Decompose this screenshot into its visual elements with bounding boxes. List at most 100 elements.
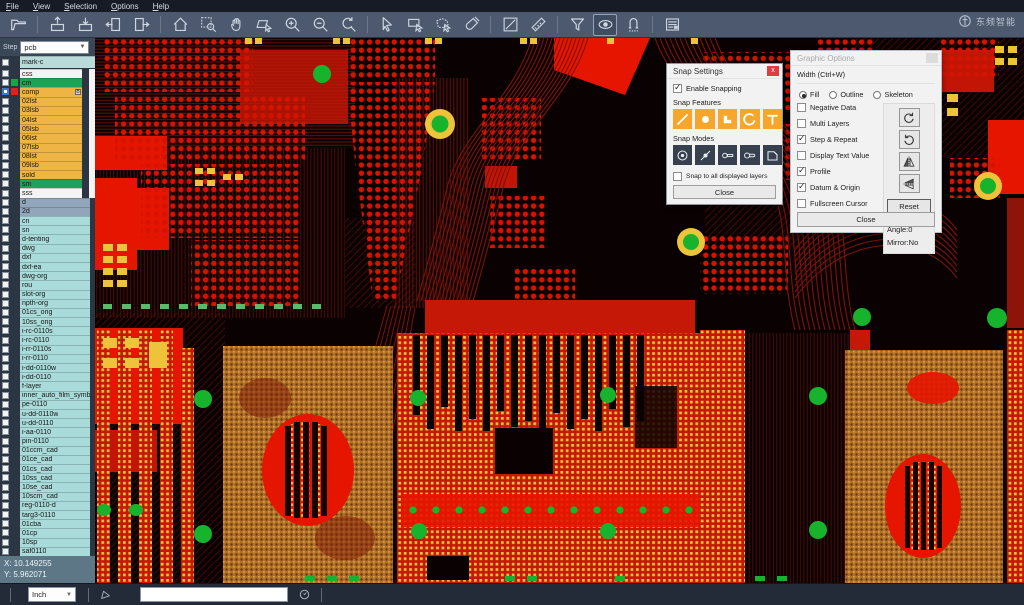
option-row-negative-data[interactable]: Negative Data — [797, 103, 883, 112]
layer-name-bar[interactable]: 06lst — [20, 133, 82, 142]
layer-visibility-checkbox[interactable] — [2, 419, 9, 426]
rect-select-icon[interactable] — [403, 14, 427, 36]
checkbox[interactable] — [673, 84, 682, 93]
close-button[interactable]: Close — [797, 212, 935, 227]
layer-row-03lsb[interactable]: 03lsb — [0, 106, 95, 115]
checkbox[interactable] — [797, 135, 806, 144]
layer-visibility-checkbox[interactable] — [2, 502, 9, 509]
dialog-titlebar[interactable]: Graphic Options — [791, 51, 941, 66]
layer-visibility-checkbox[interactable] — [2, 291, 9, 298]
refresh-icon[interactable] — [298, 588, 311, 601]
layer-row-2d[interactable]: 2d — [0, 207, 95, 216]
layer-visibility-checkbox[interactable] — [2, 199, 9, 206]
layer-name-bar[interactable]: i-rr-0110s — [20, 345, 90, 354]
step-select[interactable]: pcb ▼ — [20, 41, 89, 54]
layer-row-slot-org[interactable]: slot-org — [0, 290, 95, 299]
snap-all-layers-row[interactable]: Snap to all displayed layers — [673, 172, 782, 181]
layer-visibility-checkbox[interactable] — [2, 235, 9, 242]
layer-visibility-checkbox[interactable] — [2, 208, 9, 215]
layer-name-bar[interactable]: d-tenting — [20, 234, 90, 243]
layer-visibility-checkbox[interactable] — [2, 327, 9, 334]
layer-row-i-rc-0110[interactable]: i-rc-0110 — [0, 335, 95, 344]
layer-name-bar[interactable]: 10ss_cad — [20, 473, 90, 482]
layer-name-bar[interactable]: dxf — [20, 253, 90, 262]
layer-name-bar[interactable]: 02lst — [20, 97, 82, 106]
menu-item-file[interactable]: File — [6, 2, 19, 11]
layer-name-bar[interactable]: slot-org — [20, 290, 90, 299]
line-tool-icon[interactable] — [498, 14, 522, 36]
layer-visibility-checkbox[interactable] — [2, 180, 9, 187]
layer-name-bar[interactable]: 10sp — [20, 538, 90, 547]
layer-name-bar[interactable]: cn — [20, 216, 90, 225]
layer-visibility-checkbox[interactable] — [2, 511, 9, 518]
pan-hand-icon[interactable] — [224, 14, 248, 36]
layer-row-dwg[interactable]: dwg — [0, 244, 95, 253]
checkbox[interactable] — [797, 119, 806, 128]
layer-visibility-checkbox[interactable] — [2, 428, 9, 435]
layer-visibility-checkbox[interactable] — [2, 474, 9, 481]
layer-name-bar[interactable]: i-dd-0110 — [20, 372, 90, 381]
layer-name-bar[interactable]: npth-org — [20, 299, 90, 308]
menu-item-options[interactable]: Options — [111, 2, 139, 11]
layer-name-bar[interactable]: f-layer — [20, 381, 90, 390]
layer-name-bar[interactable]: css — [20, 69, 82, 78]
layer-visibility-checkbox[interactable] — [2, 190, 9, 197]
layer-row-comp[interactable]: compB — [0, 87, 95, 96]
layer-name-bar[interactable]: sold — [20, 170, 82, 179]
layer-row-inner_auto_film_symb[interactable]: inner_auto_film_symb — [0, 391, 95, 400]
select-cursor-icon[interactable] — [375, 14, 399, 36]
layer-name-bar[interactable]: 10scm_cad — [20, 492, 90, 501]
checkbox[interactable] — [797, 103, 806, 112]
layer-visibility-checkbox[interactable] — [2, 226, 9, 233]
layer-name-bar[interactable]: u-dd-0110 — [20, 418, 90, 427]
layer-row-01ce_cad[interactable]: 01ce_cad — [0, 455, 95, 464]
layer-row-09lsb[interactable]: 09lsb — [0, 161, 95, 170]
zoom-in-icon[interactable] — [280, 14, 304, 36]
layer-visibility-checkbox[interactable] — [2, 529, 9, 536]
layer-visibility-checkbox[interactable] — [2, 144, 9, 151]
layer-row-10sp[interactable]: 10sp — [0, 538, 95, 547]
layer-row-01ccm_cad[interactable]: 01ccm_cad — [0, 446, 95, 455]
layer-row-dxf[interactable]: dxf — [0, 253, 95, 262]
layer-row-dxf-ea[interactable]: dxf-ea — [0, 262, 95, 271]
layer-name-bar[interactable]: dwg — [20, 244, 90, 253]
snap-mode-pad-outline-icon[interactable] — [740, 145, 759, 165]
layer-row-pe-0110[interactable]: pe-0110 — [0, 400, 95, 409]
snap-feature-text-icon[interactable] — [763, 109, 782, 129]
zoom-reset-icon[interactable] — [336, 14, 360, 36]
highlight-eye-icon[interactable] — [593, 14, 617, 36]
layer-name-bar[interactable]: i-aa-0110 — [20, 427, 90, 436]
layer-name-bar[interactable]: saf0110 — [20, 547, 90, 556]
layer-row-01cp[interactable]: 01cp — [0, 528, 95, 537]
menu-item-help[interactable]: Help — [153, 2, 169, 11]
layer-visibility-checkbox[interactable] — [2, 254, 9, 261]
layer-row-02lst[interactable]: 02lst — [0, 97, 95, 106]
home-view-icon[interactable] — [168, 14, 192, 36]
layer-row-01cs_cad[interactable]: 01cs_cad — [0, 464, 95, 473]
layer-name-bar[interactable]: 08lst — [20, 152, 82, 161]
layer-row-npth-org[interactable]: npth-org — [0, 299, 95, 308]
close-icon[interactable] — [926, 53, 938, 63]
option-row-step-repeat[interactable]: Step & Repeat — [797, 135, 883, 144]
option-row-display-text-value[interactable]: Display Text Value — [797, 151, 883, 160]
filter-funnel-icon[interactable] — [565, 14, 589, 36]
checkbox[interactable] — [797, 167, 806, 176]
layer-name-bar[interactable]: 01cba — [20, 519, 90, 528]
checkbox[interactable] — [797, 199, 806, 208]
layer-name-bar[interactable]: mark-c — [20, 56, 95, 68]
layer-row-f-layer[interactable]: f-layer — [0, 381, 95, 390]
layer-name-bar[interactable]: 04lst — [20, 115, 82, 124]
layer-row-reg-0110-d[interactable]: reg-0110-d — [0, 501, 95, 510]
layer-name-bar[interactable]: i-rc-0110s — [20, 326, 90, 335]
layer-visibility-checkbox[interactable] — [2, 125, 9, 132]
layer-name-bar[interactable]: i-rr-0110 — [20, 354, 90, 363]
snap-mode-point-on-line-icon[interactable] — [695, 145, 714, 165]
layer-row-01cba[interactable]: 01cba — [0, 519, 95, 528]
snap-mode-polygon-icon[interactable] — [763, 145, 782, 165]
layer-row-04lst[interactable]: 04lst — [0, 115, 95, 124]
layer-visibility-checkbox[interactable] — [2, 98, 9, 105]
layer-row-css[interactable]: css — [0, 69, 95, 78]
units-select[interactable]: Inch ▼ — [28, 587, 76, 602]
zoom-selection-icon[interactable] — [196, 14, 220, 36]
layer-visibility-checkbox[interactable] — [2, 153, 9, 160]
